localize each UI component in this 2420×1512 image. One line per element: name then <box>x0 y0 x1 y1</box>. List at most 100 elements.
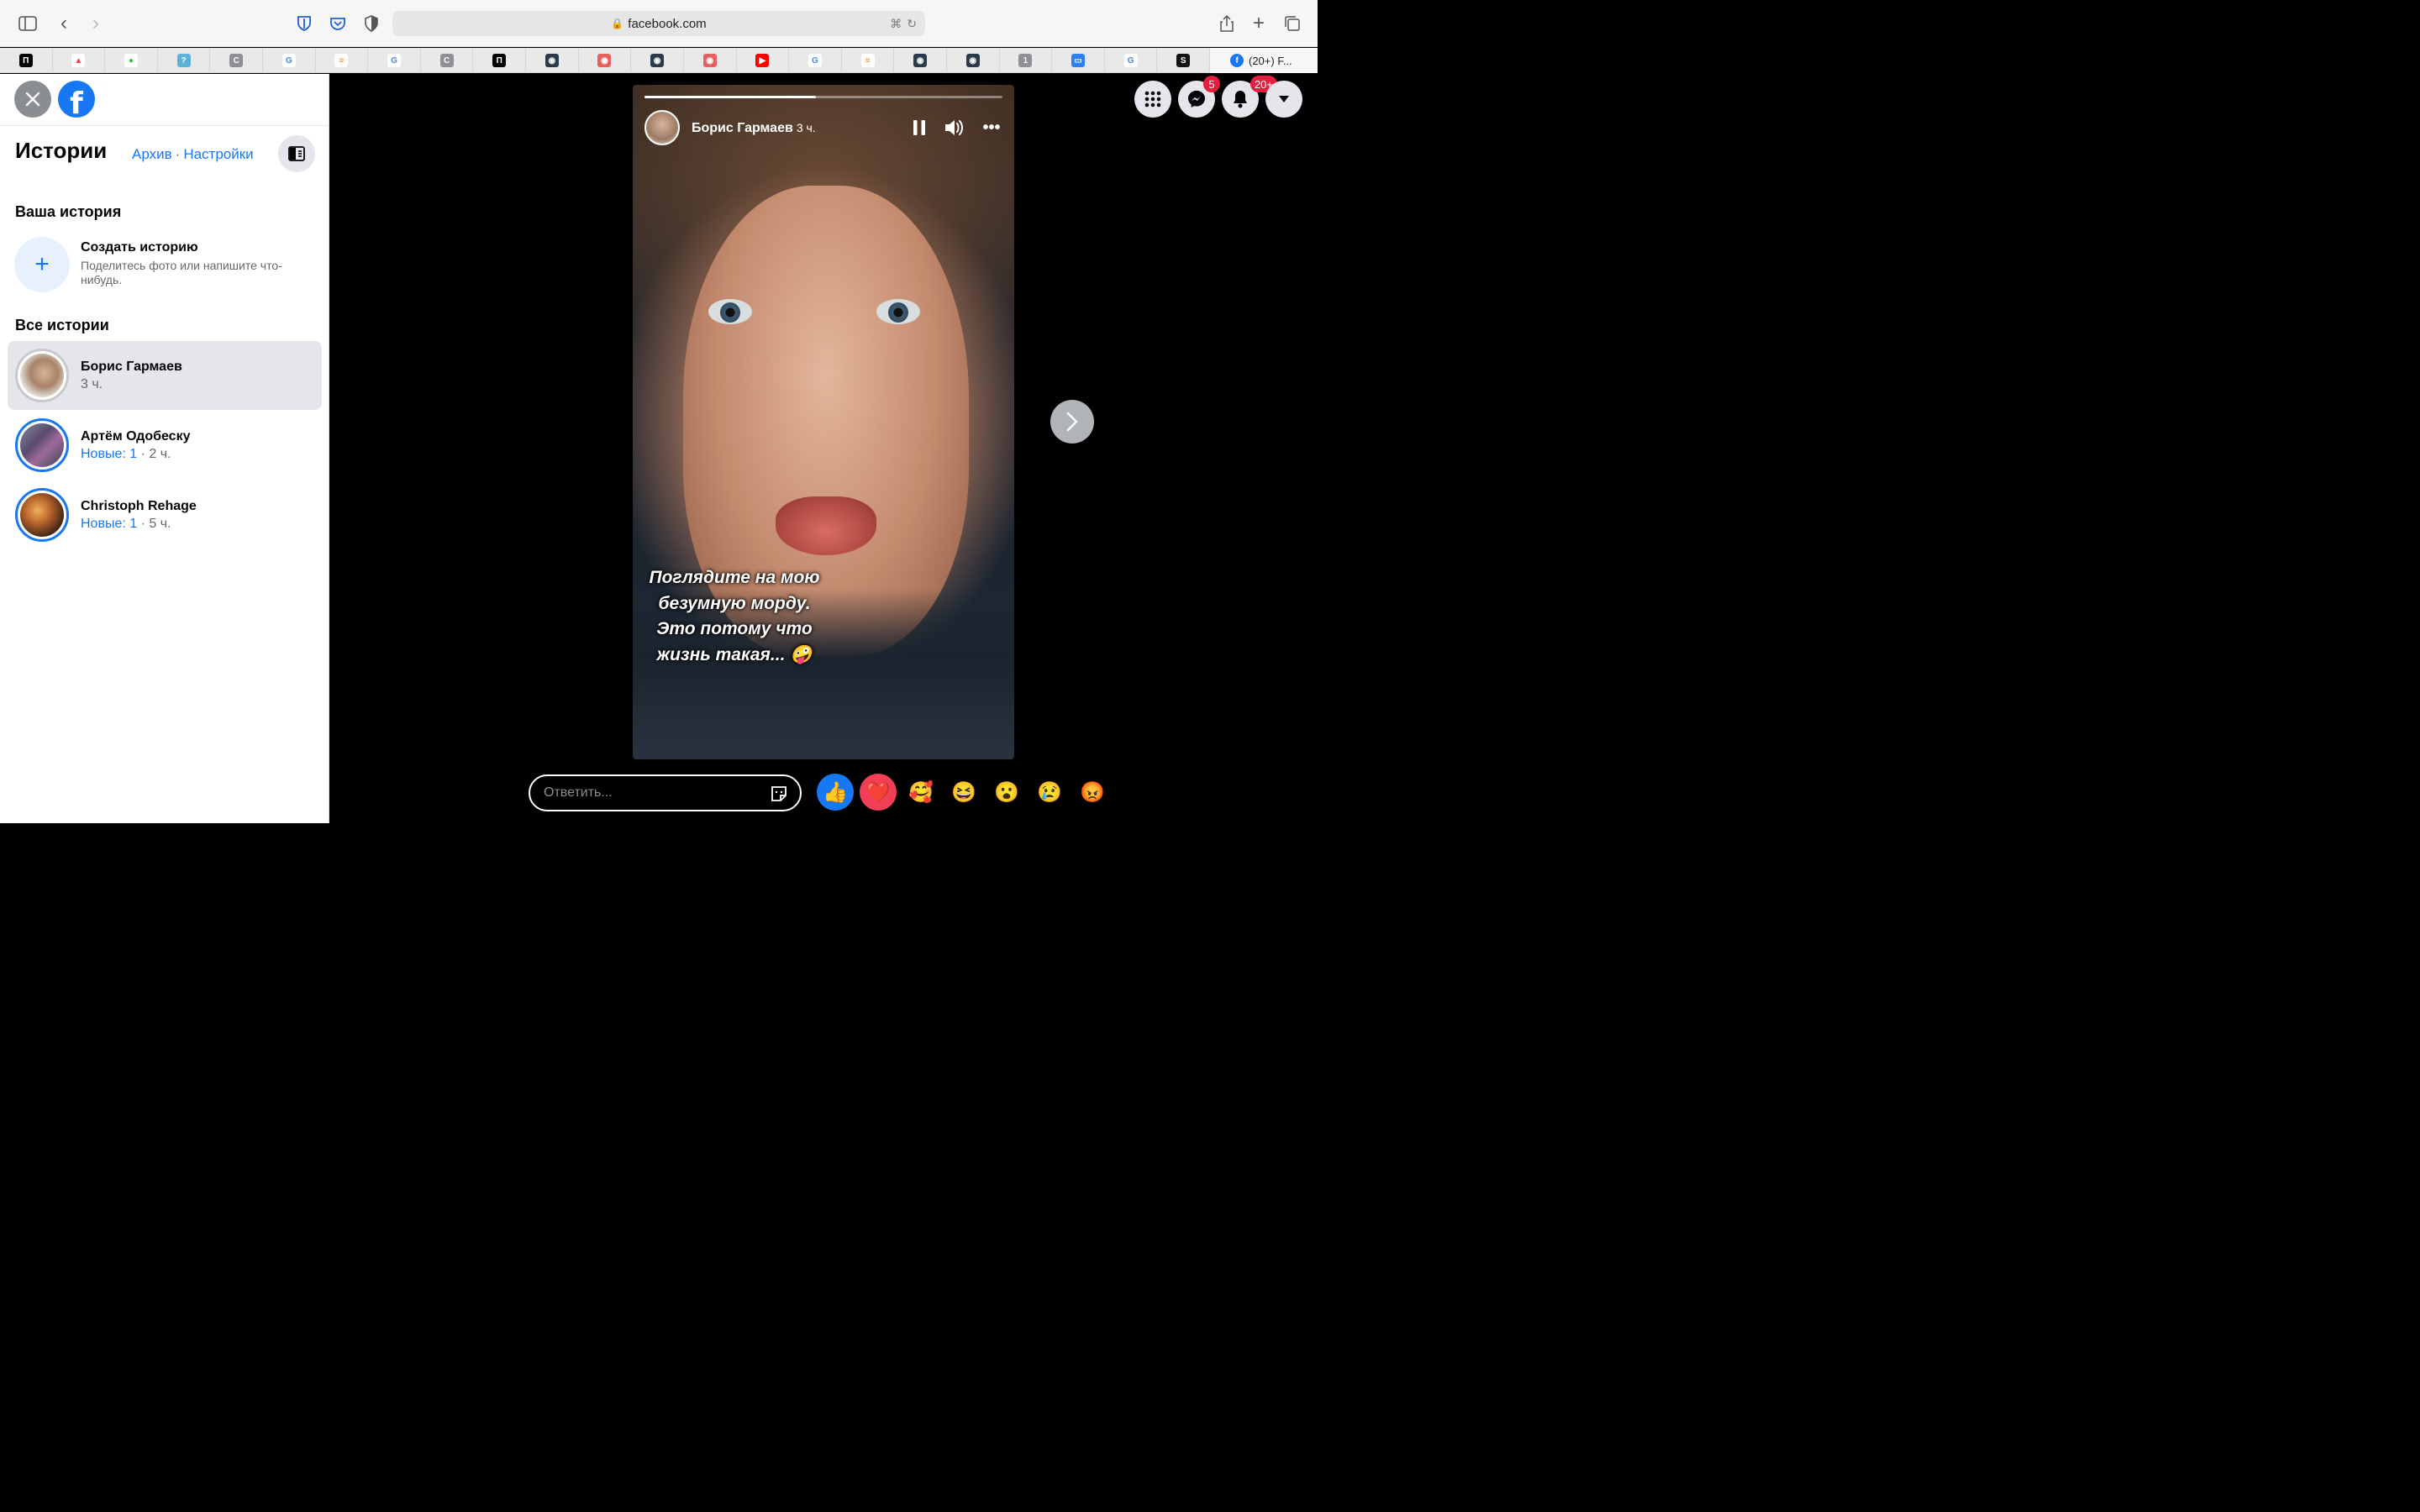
story-author-name: Christoph Rehage <box>81 499 197 513</box>
reload-icon[interactable]: ↻ <box>907 17 917 31</box>
browser-tab[interactable]: ◉ <box>631 48 684 73</box>
browser-tab[interactable]: C <box>210 48 264 73</box>
menu-button[interactable] <box>1134 81 1171 118</box>
story-item-boris[interactable]: Борис Гармаев 3 ч. <box>8 341 322 410</box>
active-browser-tab[interactable]: f (20+) F... <box>1210 48 1318 73</box>
notifications-button[interactable]: 20+ <box>1222 76 1277 118</box>
browser-tab[interactable]: ◉ <box>579 48 632 73</box>
grid-menu-icon <box>1144 91 1161 108</box>
share-icon[interactable] <box>1215 12 1239 35</box>
more-options-button[interactable]: ••• <box>981 117 1002 139</box>
story-photo-eye <box>876 299 920 324</box>
avatar <box>15 418 69 472</box>
volume-icon <box>945 120 963 135</box>
sticker-button[interactable] <box>770 785 788 803</box>
browser-tab[interactable]: ▲ <box>53 48 106 73</box>
sticker-icon <box>771 786 786 801</box>
facebook-logo[interactable]: f <box>58 81 95 118</box>
so-icon: ≡ <box>860 54 875 67</box>
browser-tab[interactable]: G <box>263 48 316 73</box>
browser-tab[interactable]: ▶ <box>737 48 790 73</box>
address-bar[interactable]: 🔒 facebook.com ⌘ ↻ <box>392 11 925 36</box>
reaction-love[interactable]: ❤️ <box>860 774 897 811</box>
so-icon: ≡ <box>334 54 349 67</box>
browser-tab[interactable]: C <box>421 48 474 73</box>
story-card[interactable]: Борис Гармаев 3 ч. ••• Поглядите на мою б… <box>633 85 1014 759</box>
sidebar-toggle-icon[interactable] <box>16 12 39 35</box>
tool-icon: ? <box>176 54 191 67</box>
stories-sidebar: f Истории Архив · Настройки Ваша история +… <box>0 74 329 823</box>
browser-tab[interactable]: ▭ <box>1052 48 1105 73</box>
account-button[interactable] <box>1265 81 1302 118</box>
browser-tab[interactable]: ◉ <box>947 48 1000 73</box>
browser-tab[interactable]: ≡ <box>842 48 895 73</box>
settings-link[interactable]: Настройки <box>183 146 253 162</box>
translate-icon[interactable]: ⌘ <box>890 17 902 31</box>
browser-tab[interactable]: G <box>368 48 421 73</box>
facebook-favicon-icon: f <box>1230 54 1244 67</box>
archive-link[interactable]: Архив <box>132 146 172 162</box>
reply-input[interactable] <box>544 785 754 801</box>
pocket-extension-icon[interactable] <box>326 12 350 35</box>
color-eye-icon: ◉ <box>597 54 612 67</box>
volume-button[interactable] <box>944 117 965 139</box>
google-icon: G <box>281 54 296 67</box>
story-caption: Поглядите на мою безумную морду. Это пот… <box>649 568 820 664</box>
browser-tab[interactable]: G <box>789 48 842 73</box>
c-icon: C <box>439 54 454 67</box>
browser-tab[interactable]: ◉ <box>894 48 947 73</box>
reaction-haha[interactable]: 😆 <box>945 774 982 811</box>
story-item-artem[interactable]: Артём Одобеску Новые: 1 · 2 ч. <box>8 411 322 480</box>
sidebar-links: Архив · Настройки <box>132 146 254 163</box>
browser-tab[interactable]: Π <box>0 48 53 73</box>
browser-tab[interactable]: G <box>1105 48 1158 73</box>
reaction-like[interactable]: 👍 <box>817 774 854 811</box>
page-title: Истории <box>15 138 108 163</box>
story-author-name: Артём Одобеску <box>81 429 191 444</box>
color-eye-icon: ◉ <box>702 54 717 67</box>
reaction-sad[interactable]: 😢 <box>1031 774 1068 811</box>
pause-button[interactable] <box>908 117 930 139</box>
new-tab-icon[interactable]: + <box>1247 12 1270 35</box>
tab-overview-icon[interactable] <box>1281 12 1304 35</box>
url-text: facebook.com <box>628 16 707 31</box>
more-icon: ••• <box>982 118 1001 137</box>
steam-icon: S <box>1176 54 1191 67</box>
avatar <box>15 488 69 542</box>
browser-tab[interactable]: ? <box>158 48 211 73</box>
reaction-angry[interactable]: 😡 <box>1074 774 1111 811</box>
create-story-subtitle: Поделитесь фото или напишите что-нибудь. <box>81 259 282 286</box>
divider <box>0 125 329 126</box>
browser-tab[interactable]: Π <box>473 48 527 73</box>
reaction-care[interactable]: 🥰 <box>902 774 939 811</box>
story-item-christoph[interactable]: Christoph Rehage Новые: 1 · 5 ч. <box>8 480 322 549</box>
c-icon: C <box>229 54 244 67</box>
messenger-button[interactable]: 5 <box>1178 76 1220 118</box>
chevron-right-icon <box>1066 412 1078 432</box>
story-progress-bar <box>644 96 1002 98</box>
privacy-shield-icon[interactable] <box>360 12 383 35</box>
browser-tab[interactable]: ● <box>105 48 158 73</box>
story-author[interactable]: Борис Гармаев 3 ч. <box>692 121 816 136</box>
create-story-button[interactable]: + <box>14 237 70 292</box>
forward-icon[interactable]: › <box>84 12 108 35</box>
browser-tab[interactable]: ◉ <box>684 48 737 73</box>
reaction-wow[interactable]: 😮 <box>988 774 1025 811</box>
back-icon[interactable]: ‹ <box>52 12 76 35</box>
eye-icon: ◉ <box>544 54 559 67</box>
story-author-avatar[interactable] <box>644 110 680 145</box>
next-story-button[interactable] <box>1050 400 1094 444</box>
create-story-title[interactable]: Создать историю <box>81 240 198 255</box>
plus-icon: + <box>34 250 50 278</box>
browser-tab[interactable]: ◉ <box>526 48 579 73</box>
close-button[interactable] <box>14 81 51 118</box>
reply-box[interactable] <box>529 774 802 811</box>
browser-tab[interactable]: ≡ <box>316 48 369 73</box>
active-tab-title: (20+) F... <box>1249 54 1292 67</box>
browser-tab[interactable]: 1 <box>1000 48 1053 73</box>
google-icon: G <box>808 54 822 67</box>
browser-tab[interactable]: S <box>1157 48 1210 73</box>
bitwarden-extension-icon[interactable] <box>292 12 316 35</box>
layout-toggle-button[interactable] <box>278 135 315 172</box>
panel-layout-icon <box>288 146 305 161</box>
